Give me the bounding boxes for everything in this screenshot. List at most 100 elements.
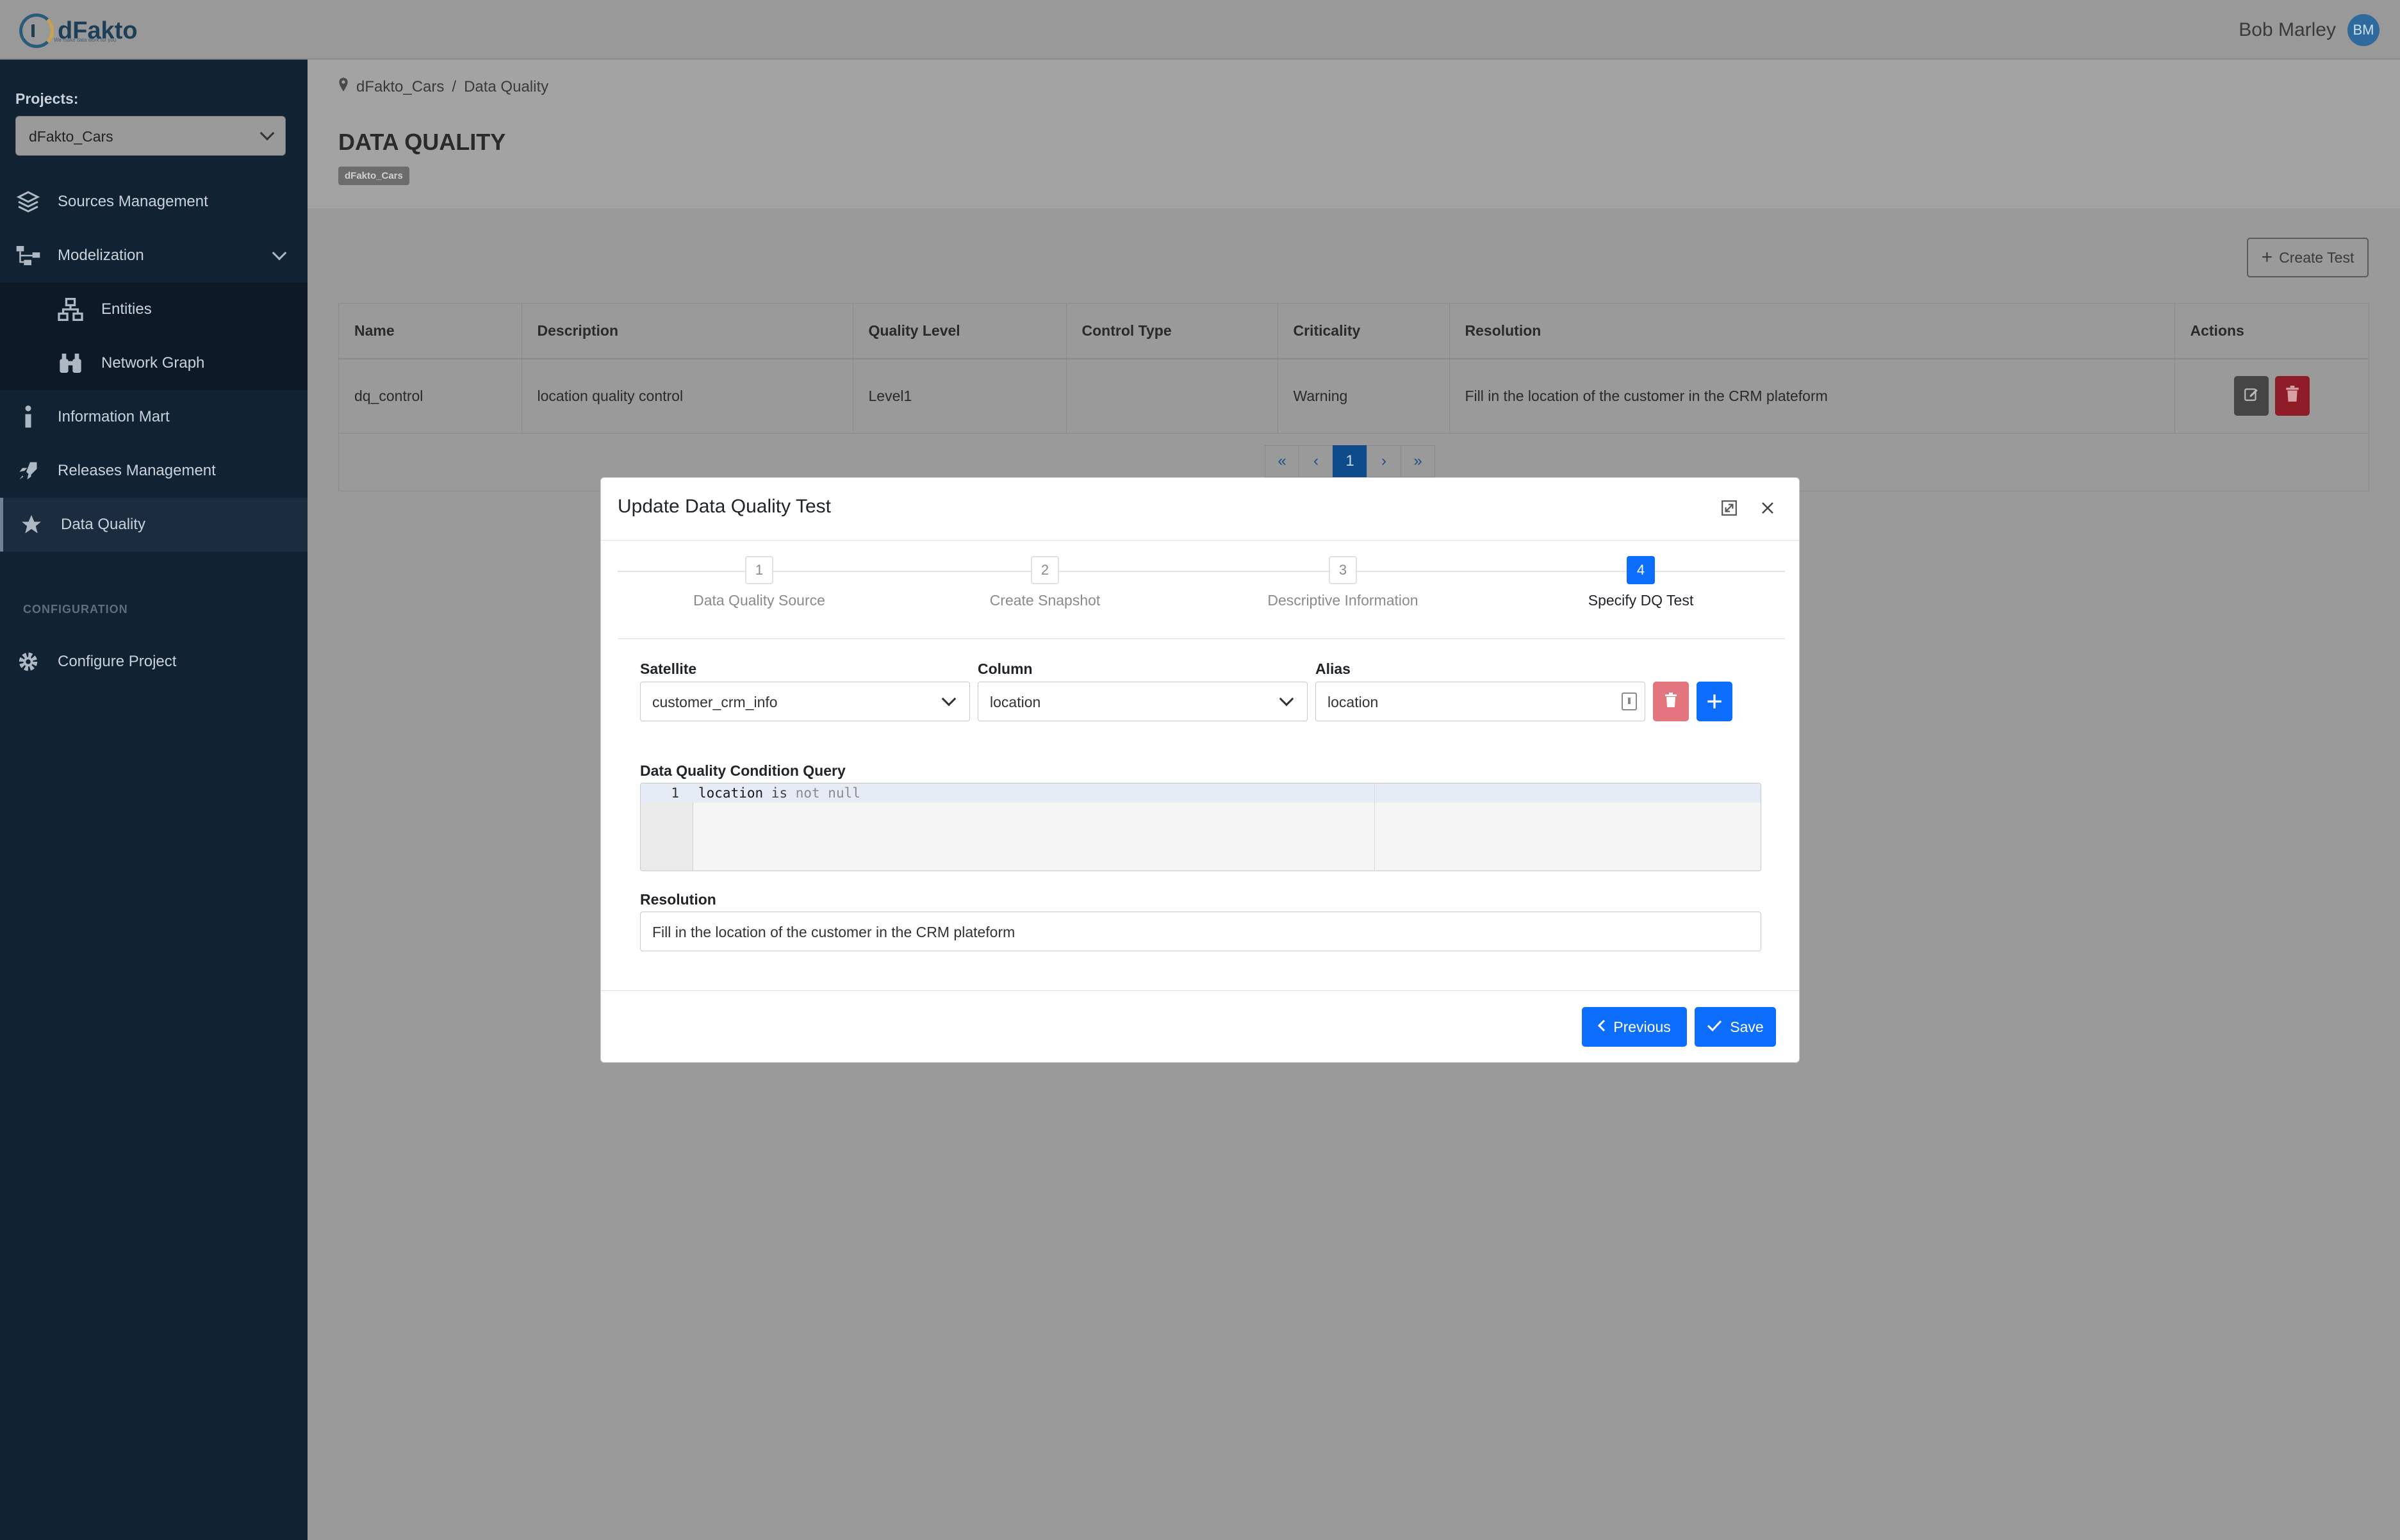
project-select[interactable]: dFakto_Cars	[15, 116, 286, 156]
star-icon	[19, 512, 44, 537]
projects-label: Projects:	[15, 90, 79, 107]
cell-name: dq_control	[339, 359, 522, 434]
add-alias-button[interactable]	[1697, 682, 1732, 721]
column-value: location	[990, 694, 1041, 710]
sidebar-item-label: Information Mart	[58, 408, 170, 425]
previous-button[interactable]: Previous	[1582, 1007, 1687, 1047]
step-number: 1	[745, 556, 773, 584]
query-editor[interactable]: 1 location is not null	[640, 783, 1761, 871]
modal-header: Update Data Quality Test	[601, 478, 1799, 541]
query-code: location is not null	[698, 785, 860, 801]
cell-resolution: Fill in the location of the customer in …	[1449, 359, 2175, 434]
update-dq-test-modal: Update Data Quality Test 1 Data Quality …	[600, 477, 1800, 1063]
sidebar-item-modelization[interactable]: Modelization	[0, 229, 308, 283]
sidebar-item-sources-management[interactable]: Sources Management	[0, 175, 308, 229]
step-2[interactable]: 2 Create Snapshot	[917, 556, 1173, 609]
map-pin-icon	[338, 78, 349, 96]
page-header: dFakto_Cars / Data Quality DATA QUALITY …	[308, 60, 2400, 208]
step-number: 2	[1031, 556, 1059, 584]
sidebar-item-configure-project[interactable]: Configure Project	[0, 635, 308, 689]
column-header[interactable]: Control Type	[1066, 304, 1278, 359]
project-badge: dFakto_Cars	[338, 167, 409, 185]
column-label: Column	[978, 660, 1033, 677]
prev-page-button[interactable]: ‹	[1299, 445, 1333, 477]
chevron-down-icon	[1279, 691, 1294, 707]
page-1-button[interactable]: 1	[1333, 445, 1367, 477]
sidebar-item-label: Sources Management	[58, 193, 208, 210]
expand-icon[interactable]	[1718, 497, 1740, 519]
layers-icon	[15, 189, 41, 215]
sidebar-item-data-quality[interactable]: Data Quality	[0, 498, 308, 552]
rocket-icon	[15, 458, 41, 484]
table-row: dq_control location quality control Leve…	[339, 359, 2369, 434]
next-page-button[interactable]: ›	[1367, 445, 1401, 477]
alias-value: location	[1327, 694, 1379, 710]
user-name[interactable]: Bob Marley	[2239, 19, 2336, 41]
column-header[interactable]: Description	[522, 304, 853, 359]
column-select[interactable]: location	[978, 682, 1308, 721]
alias-label: Alias	[1315, 660, 1351, 677]
step-4[interactable]: 4 Specify DQ Test	[1513, 556, 1769, 609]
trash-icon	[2285, 386, 2299, 406]
save-button[interactable]: Save	[1695, 1007, 1776, 1047]
save-label: Save	[1730, 1018, 1764, 1035]
sitemap-icon	[15, 243, 41, 268]
breadcrumb-project[interactable]: dFakto_Cars	[356, 78, 444, 96]
close-icon[interactable]	[1757, 497, 1779, 519]
cell-quality-level: Level1	[853, 359, 1067, 434]
gear-icon	[15, 649, 41, 675]
check-icon	[1707, 1019, 1722, 1036]
column-header[interactable]: Name	[339, 304, 522, 359]
resolution-input[interactable]: Fill in the location of the customer in …	[640, 912, 1761, 951]
avatar[interactable]: BM	[2347, 14, 2379, 46]
step-label: Specify DQ Test	[1588, 592, 1694, 609]
column-header[interactable]: Criticality	[1278, 304, 1450, 359]
step-3[interactable]: 3 Descriptive Information	[1215, 556, 1471, 609]
breadcrumb: dFakto_Cars / Data Quality	[338, 78, 548, 96]
app-logo[interactable]: dFakto	[19, 10, 138, 51]
satellite-select[interactable]: customer_crm_info	[640, 682, 970, 721]
column-header[interactable]: Quality Level	[853, 304, 1067, 359]
chevron-down-icon	[941, 691, 957, 707]
wizard-steps: 1 Data Quality Source 2 Create Snapshot …	[618, 556, 1785, 639]
project-select-value: dFakto_Cars	[29, 128, 113, 145]
edit-button[interactable]	[2233, 376, 2269, 416]
modal-title: Update Data Quality Test	[618, 496, 831, 517]
chevron-left-icon	[1598, 1019, 1606, 1036]
trash-icon	[1664, 692, 1677, 711]
cell-criticality: Warning	[1278, 359, 1450, 434]
chevron-down-icon	[272, 245, 287, 261]
last-page-button[interactable]: »	[1401, 445, 1435, 477]
configuration-section-title: CONFIGURATION	[23, 603, 128, 616]
sidebar-item-releases-management[interactable]: Releases Management	[0, 444, 308, 498]
sidebar-item-label: Releases Management	[58, 462, 216, 479]
create-test-button[interactable]: + Create Test	[2247, 238, 2369, 277]
edit-icon	[2243, 386, 2260, 406]
sidebar-item-network-graph[interactable]: Network Graph	[0, 336, 308, 390]
alias-input[interactable]: location	[1315, 682, 1645, 721]
column-header[interactable]: Resolution	[1449, 304, 2175, 359]
breadcrumb-current: Data Quality	[464, 78, 549, 95]
query-label: Data Quality Condition Query	[640, 762, 846, 779]
line-number: 1	[671, 785, 679, 801]
step-number: 3	[1329, 556, 1357, 584]
sidebar-item-label: Data Quality	[61, 516, 146, 533]
first-page-button[interactable]: «	[1265, 445, 1299, 477]
sidebar-item-entities[interactable]: Entities	[0, 283, 308, 336]
resolution-label: Resolution	[640, 891, 716, 908]
sidebar-item-label: Network Graph	[101, 354, 205, 372]
plus-icon	[1706, 687, 1723, 716]
top-bar: dFakto We make data work for you Bob Mar…	[0, 0, 2400, 60]
sidebar-item-label: Entities	[101, 300, 152, 318]
remove-alias-button[interactable]	[1653, 682, 1689, 721]
step-label: Create Snapshot	[989, 592, 1101, 609]
delete-button[interactable]	[2274, 376, 2310, 416]
chevron-down-icon	[259, 126, 275, 141]
step-label: Descriptive Information	[1267, 592, 1418, 609]
step-1[interactable]: 1 Data Quality Source	[631, 556, 887, 609]
step-number: 4	[1627, 556, 1655, 584]
logo-mark-icon	[19, 13, 54, 48]
step-label: Data Quality Source	[693, 592, 825, 609]
sidebar-item-information-mart[interactable]: Information Mart	[0, 390, 308, 444]
column-header: Actions	[2174, 304, 2369, 359]
